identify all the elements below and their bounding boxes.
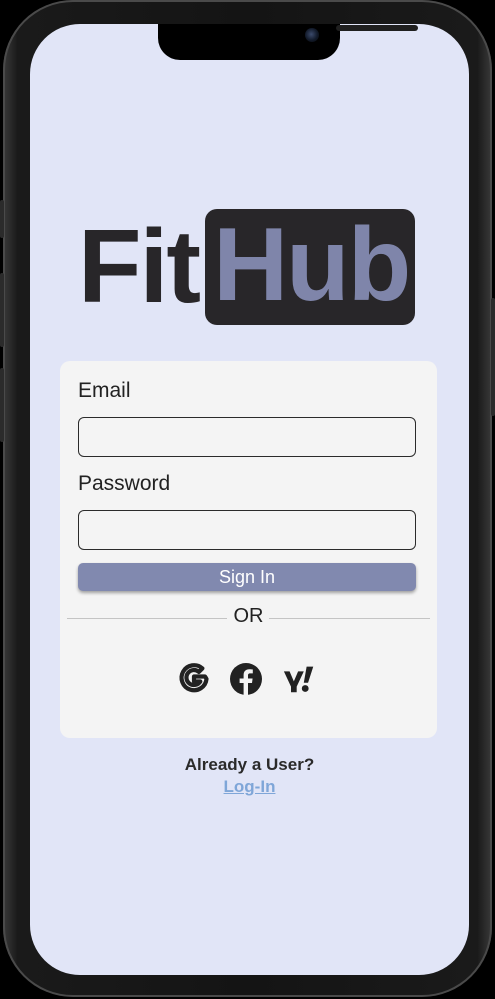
silent-switch <box>0 200 4 238</box>
volume-up-button <box>0 273 4 347</box>
volume-down-button <box>0 368 4 442</box>
facebook-icon <box>230 663 262 695</box>
logo-text-fit: Fit <box>78 209 201 325</box>
notch <box>158 24 418 60</box>
already-user-text: Already a User? <box>184 755 315 774</box>
email-field[interactable] <box>78 417 416 457</box>
password-field[interactable] <box>78 510 416 550</box>
yahoo-icon <box>283 666 314 693</box>
camera-icon <box>305 28 319 42</box>
login-link[interactable]: Log-In <box>30 777 469 797</box>
speaker-grille <box>336 25 418 31</box>
email-label: Email <box>78 379 131 402</box>
or-divider-text: OR <box>233 605 264 627</box>
sign-in-button[interactable]: Sign In <box>78 563 416 591</box>
yahoo-signin-button[interactable] <box>282 661 318 697</box>
logo-hub-badge: Hub <box>205 207 416 325</box>
app-logo: Fit Hub <box>78 207 416 326</box>
google-icon <box>179 663 209 693</box>
power-button <box>491 298 495 416</box>
sign-in-card: Email Password Sign In OR <box>60 361 437 738</box>
logo-text-hub: Hub <box>213 207 411 323</box>
password-label: Password <box>78 472 171 495</box>
google-signin-button[interactable] <box>176 661 212 697</box>
app-screen: Fit Hub Email Password Sign In OR Alread… <box>30 24 469 975</box>
facebook-signin-button[interactable] <box>228 661 264 697</box>
phone-frame: Fit Hub Email Password Sign In OR Alread… <box>0 0 495 997</box>
